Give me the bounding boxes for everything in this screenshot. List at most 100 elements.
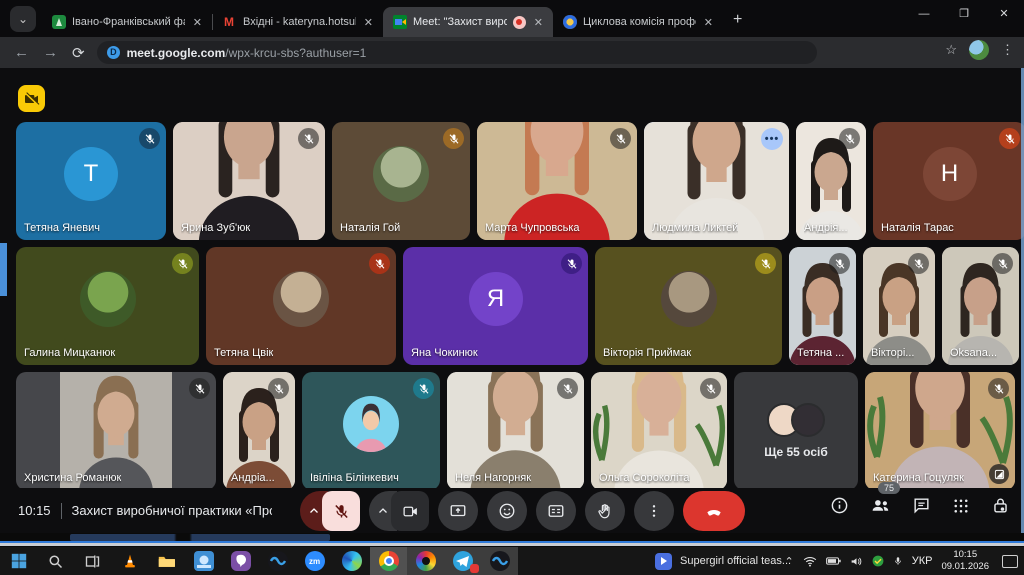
activities-button[interactable]: [952, 497, 970, 515]
taskbar-media-control[interactable]: Supergirl official teas...: [655, 547, 791, 575]
bookmark-star-icon[interactable]: ☆: [945, 42, 957, 58]
taskbar-chrome-icon[interactable]: [370, 547, 407, 575]
taskbar-viber-icon[interactable]: [222, 547, 259, 575]
more-participants[interactable]: Ще 55 осіб: [734, 372, 858, 490]
mic-muted-icon: [557, 378, 578, 399]
tab-meet-active[interactable]: Meet: "Захист виробничої ✕: [383, 7, 553, 37]
volume-icon[interactable]: [850, 556, 863, 567]
forward-icon[interactable]: →: [43, 44, 58, 61]
battery-icon[interactable]: [826, 556, 841, 566]
camera-button[interactable]: [391, 491, 429, 531]
taskbar-zoom-icon[interactable]: zm: [296, 547, 333, 575]
participant-tile[interactable]: TТетяна Яневич: [16, 122, 166, 240]
participant-tile[interactable]: Неля Нагорняк: [447, 372, 584, 490]
participant-tile[interactable]: Вікторі...: [863, 247, 935, 365]
participant-tile[interactable]: ННаталія Тарас: [873, 122, 1024, 240]
participant-tile[interactable]: Христина Романюк: [16, 372, 216, 490]
participant-name: Наталія Тарас: [881, 222, 954, 234]
participant-tile[interactable]: Ольга Сороколіта: [591, 372, 727, 490]
present-screen-button[interactable]: [438, 491, 478, 531]
participant-tile[interactable]: Людмила Ликтей•••: [644, 122, 789, 240]
mic-muted-icon: [839, 128, 860, 149]
participant-tile[interactable]: Івіліна Білінкевич: [302, 372, 440, 490]
taskbar-windows-start-icon[interactable]: [0, 547, 37, 575]
close-tab-icon[interactable]: ✕: [362, 16, 375, 29]
taskbar-vlc-icon[interactable]: [111, 547, 148, 575]
end-call-button[interactable]: [683, 491, 745, 531]
tab-gmail-inbox[interactable]: Вхідні - kateryna.hotsuliak@pn ✕: [213, 7, 383, 37]
notification-center-icon[interactable]: [1002, 555, 1018, 568]
browser-toolbar: ← → ⟳ meet.google.com/wpx-krcu-sbs?authu…: [0, 37, 1024, 68]
participant-tile[interactable]: Вікторія Приймак: [595, 247, 782, 365]
maximize-button[interactable]: ❐: [944, 0, 984, 30]
antivirus-icon[interactable]: [872, 555, 884, 567]
site-info-icon[interactable]: [107, 46, 120, 59]
taskbar-clock[interactable]: 10:1509.01.2026: [941, 549, 989, 573]
tab-search-button[interactable]: ⌄: [10, 6, 36, 32]
participant-tile[interactable]: Катерина Гоцуляк: [865, 372, 1015, 490]
close-tab-icon[interactable]: ✕: [191, 16, 204, 29]
participant-tile[interactable]: Андрія...: [796, 122, 866, 240]
tile-options-icon[interactable]: •••: [761, 128, 783, 150]
letter-avatar: T: [64, 147, 118, 201]
mic-muted-icon: [443, 128, 464, 149]
raise-hand-button[interactable]: [585, 491, 625, 531]
taskbar-paint3d-icon[interactable]: [407, 547, 444, 575]
taskbar-task-view-icon[interactable]: [74, 547, 111, 575]
recording-indicator-icon: [513, 16, 526, 29]
participant-tile[interactable]: Oksana...: [942, 247, 1019, 365]
mic-muted-icon: [369, 253, 390, 274]
wifi-icon[interactable]: [803, 556, 817, 567]
participant-tile[interactable]: Наталія Гой: [332, 122, 470, 240]
language-indicator[interactable]: УКР: [912, 555, 933, 567]
participant-name: Христина Романюк: [24, 472, 121, 484]
tray-expand-icon[interactable]: ⌃: [785, 555, 794, 568]
mic-muted-icon: [561, 253, 582, 274]
taskbar-telegram-icon[interactable]: [444, 547, 481, 575]
meet-page: TТетяна Яневич Ярина Зуб'юк Наталія Гой …: [0, 68, 1024, 533]
more-options-button[interactable]: [634, 491, 674, 531]
chat-button[interactable]: [912, 496, 931, 515]
participant-tile[interactable]: Галина Мицканюк: [16, 247, 199, 365]
back-icon[interactable]: ←: [14, 44, 29, 61]
tab-commission[interactable]: Циклова комісія професійної ✕: [553, 7, 723, 37]
meeting-details-button[interactable]: [830, 496, 849, 515]
letter-avatar: Я: [469, 272, 523, 326]
close-tab-icon[interactable]: ✕: [702, 16, 715, 29]
participant-tile[interactable]: Ярина Зуб'юк: [173, 122, 325, 240]
toolbar-right: ☆ ⋮: [945, 40, 1014, 60]
reload-icon[interactable]: ⟳: [72, 44, 85, 62]
taskbar-search-icon[interactable]: [37, 547, 74, 575]
profile-avatar[interactable]: [969, 40, 989, 60]
address-bar[interactable]: meet.google.com/wpx-krcu-sbs?authuser=1: [97, 41, 817, 64]
new-tab-button[interactable]: +: [733, 11, 742, 29]
camera-off-notification[interactable]: [18, 85, 45, 112]
captions-button[interactable]: [536, 491, 576, 531]
taskbar-edge-icon[interactable]: [333, 547, 370, 575]
people-button[interactable]: 75: [870, 495, 891, 516]
play-icon[interactable]: [655, 553, 672, 570]
background-window-edge: [0, 533, 1024, 547]
participant-tile[interactable]: Тетяна Цвік: [206, 247, 396, 365]
participant-tile[interactable]: Андріа...: [223, 372, 295, 490]
taskbar-webex-open-icon[interactable]: [481, 547, 518, 575]
participant-tile[interactable]: ЯЯна Чокинюк: [403, 247, 588, 365]
taskbar-file-explorer-icon[interactable]: [148, 547, 185, 575]
tab-college-site[interactable]: Івано-Франківський фаховий ✕: [42, 7, 212, 37]
participant-tile[interactable]: Ще 55 осіб: [734, 372, 858, 490]
unread-badge: [470, 564, 479, 573]
mic-mute-button[interactable]: [322, 491, 360, 531]
mic-muted-icon: [139, 128, 160, 149]
close-tab-icon[interactable]: ✕: [532, 16, 545, 29]
microphone-tray-icon[interactable]: [893, 555, 903, 567]
self-view-expand-icon[interactable]: [989, 464, 1009, 484]
minimize-button[interactable]: —: [904, 0, 944, 30]
participant-tile[interactable]: Марта Чупровська: [477, 122, 637, 240]
participant-tile[interactable]: Тетяна ...: [789, 247, 856, 365]
reactions-button[interactable]: [487, 491, 527, 531]
close-window-button[interactable]: ✕: [984, 0, 1024, 30]
taskbar-webex-icon[interactable]: [259, 547, 296, 575]
browser-menu-icon[interactable]: ⋮: [1001, 42, 1014, 58]
taskbar-photos-icon[interactable]: [185, 547, 222, 575]
host-controls-button[interactable]: [991, 496, 1010, 515]
